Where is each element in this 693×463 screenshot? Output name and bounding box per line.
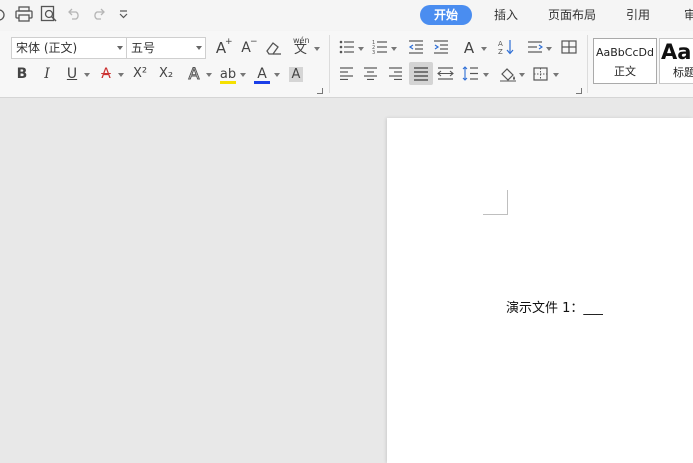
chevron-down-icon[interactable]: [240, 73, 246, 77]
svg-text:3: 3: [372, 50, 375, 54]
justify-icon[interactable]: [409, 62, 433, 85]
margin-corner-mark: [483, 190, 508, 215]
style-heading[interactable]: Aa 标题: [659, 38, 693, 84]
decrease-indent-icon[interactable]: [408, 40, 424, 54]
subscript-button[interactable]: X₂: [155, 63, 177, 85]
text-direction-button[interactable]: A: [458, 37, 480, 59]
line-spacing-adjust-icon[interactable]: [527, 40, 543, 54]
chevron-down-icon[interactable]: [274, 73, 280, 77]
style-heading-label: 标题: [673, 66, 693, 79]
grow-font-button[interactable]: A +: [210, 37, 233, 59]
shading-icon[interactable]: [499, 66, 517, 82]
font-family-select[interactable]: 宋体 (正文): [11, 37, 127, 59]
group-divider: [329, 35, 330, 93]
strikethrough-button[interactable]: A: [95, 63, 117, 85]
undo-icon[interactable]: [67, 8, 81, 20]
chevron-down-icon[interactable]: [391, 47, 397, 51]
chevron-down-icon[interactable]: [314, 47, 320, 51]
style-normal[interactable]: AaBbCcDd 正文: [593, 38, 657, 84]
redo-icon[interactable]: [92, 8, 106, 20]
font-size-select[interactable]: 五号: [126, 37, 206, 59]
tab-references[interactable]: 引用: [618, 5, 658, 25]
highlight-color-bar: [220, 81, 236, 84]
title-bar: 开始 插入 页面布局 引用 审: [0, 0, 693, 31]
chevron-down-icon[interactable]: [546, 47, 552, 51]
shrink-font-button[interactable]: A −: [235, 37, 257, 59]
style-heading-preview: Aa: [661, 40, 692, 64]
chevron-down-icon[interactable]: [483, 73, 489, 77]
italic-button[interactable]: I: [36, 63, 58, 85]
align-left-icon[interactable]: [339, 67, 354, 80]
chevron-down-icon: [117, 46, 123, 50]
align-center-icon[interactable]: [363, 67, 378, 80]
style-normal-preview: AaBbCcDd: [596, 46, 654, 59]
tab-page-layout[interactable]: 页面布局: [542, 5, 602, 25]
font-size-value: 五号: [131, 41, 156, 55]
text-effect-button[interactable]: A: [183, 63, 205, 85]
bullet-list-icon[interactable]: [339, 40, 355, 54]
line-spacing-icon[interactable]: [462, 66, 479, 81]
chevron-down-icon[interactable]: [553, 73, 559, 77]
svg-text:A: A: [498, 40, 503, 48]
font-color-bar: [254, 81, 270, 84]
superscript-button[interactable]: X²: [129, 63, 151, 85]
tab-home[interactable]: 开始: [420, 5, 472, 25]
highlight-button[interactable]: ab: [217, 63, 239, 85]
font-family-value: 宋体 (正文): [16, 41, 78, 55]
chevron-down-icon: [196, 46, 202, 50]
clear-format-icon[interactable]: [265, 40, 283, 56]
chevron-down-icon[interactable]: [519, 73, 525, 77]
tab-insert[interactable]: 插入: [487, 5, 525, 25]
table-grid-icon[interactable]: [561, 40, 577, 54]
font-dialog-launcher-icon[interactable]: [317, 88, 323, 94]
chevron-down-icon[interactable]: [481, 47, 487, 51]
increase-indent-icon[interactable]: [433, 40, 449, 54]
document-page[interactable]: [387, 118, 693, 463]
underline-button[interactable]: U: [61, 63, 83, 85]
group-divider: [587, 35, 588, 93]
paragraph-dialog-launcher-icon[interactable]: [576, 88, 582, 94]
distribute-icon[interactable]: [437, 67, 454, 80]
tab-review[interactable]: 审: [684, 5, 693, 25]
chevron-down-icon[interactable]: [358, 47, 364, 51]
style-normal-label: 正文: [614, 65, 636, 78]
sort-icon[interactable]: AZ: [498, 39, 514, 55]
customize-toolbar-icon[interactable]: [119, 10, 128, 19]
chevron-down-icon[interactable]: [118, 73, 124, 77]
print-preview-icon[interactable]: [40, 5, 58, 23]
print-icon[interactable]: [15, 6, 33, 22]
document-text[interactable]: 演示文件 1：___: [506, 297, 603, 316]
svg-text:Z: Z: [498, 48, 503, 55]
menu-circle-icon[interactable]: [0, 8, 6, 22]
font-color-button[interactable]: A: [251, 63, 273, 85]
chevron-down-icon[interactable]: [206, 73, 212, 77]
phonetic-guide-button[interactable]: wén 文: [290, 36, 314, 58]
borders-icon[interactable]: [533, 67, 548, 81]
chevron-down-icon[interactable]: [84, 73, 90, 77]
numbered-list-icon[interactable]: 123: [372, 40, 388, 54]
align-right-icon[interactable]: [388, 67, 403, 80]
bold-button[interactable]: B: [11, 63, 33, 85]
ribbon-home: 宋体 (正文) 五号 A + A − wén 文 B I U A X² X₂ A a…: [0, 31, 693, 98]
char-shading-button[interactable]: A: [285, 63, 307, 85]
